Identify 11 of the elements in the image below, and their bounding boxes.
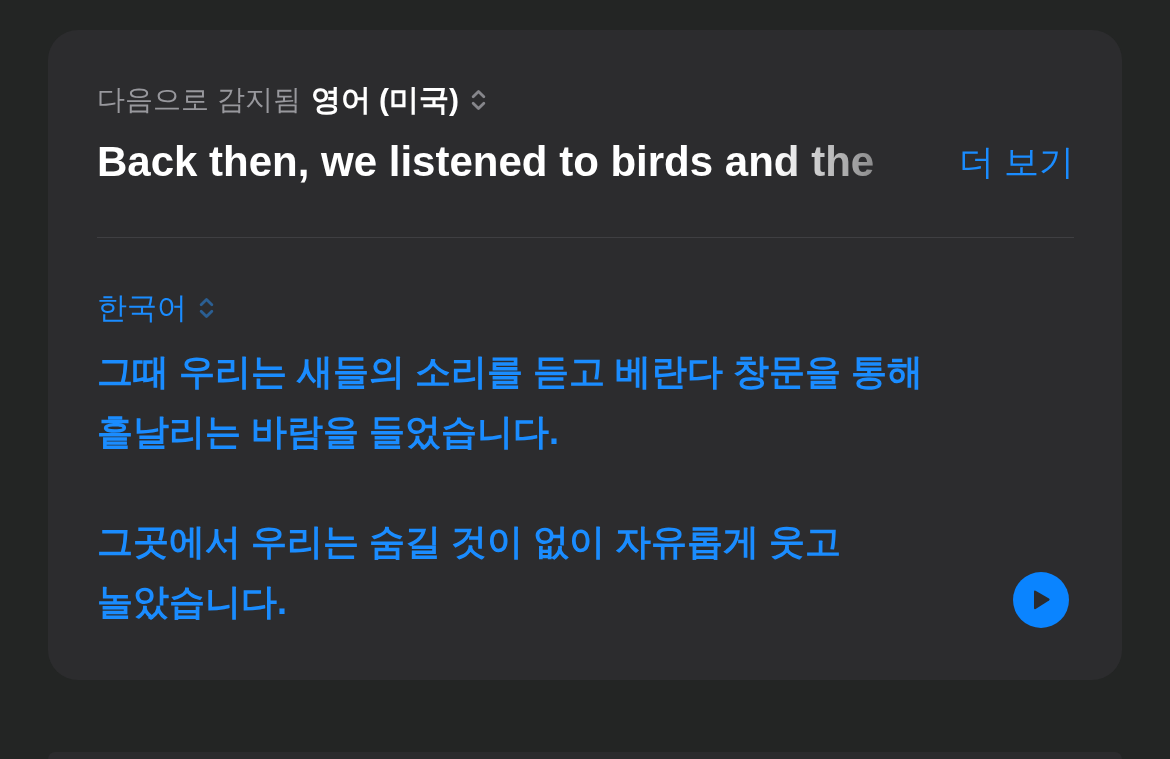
translation-paragraph: 그때 우리는 새들의 소리를 듣고 베란다 창문을 통해 흩날리는 바람을 들었습니다. [97, 350, 923, 454]
translation-paragraph: 그곳에서 우리는 숨길 것이 없이 자유롭게 웃고 놀았습니다. [97, 520, 842, 624]
detected-label: 다음으로 감지됨 [97, 83, 301, 117]
chevron-up-down-icon [199, 296, 214, 320]
source-text: Back then, we listened to birds and the [97, 139, 875, 185]
language-picker[interactable]: 영어 (미국) [310, 82, 487, 118]
play-button[interactable] [1013, 572, 1069, 628]
more-link[interactable]: 더 보기 [959, 139, 1074, 185]
language-picker[interactable]: 한국어 [97, 290, 214, 326]
chevron-up-down-icon [471, 88, 487, 112]
play-icon [1031, 589, 1051, 611]
